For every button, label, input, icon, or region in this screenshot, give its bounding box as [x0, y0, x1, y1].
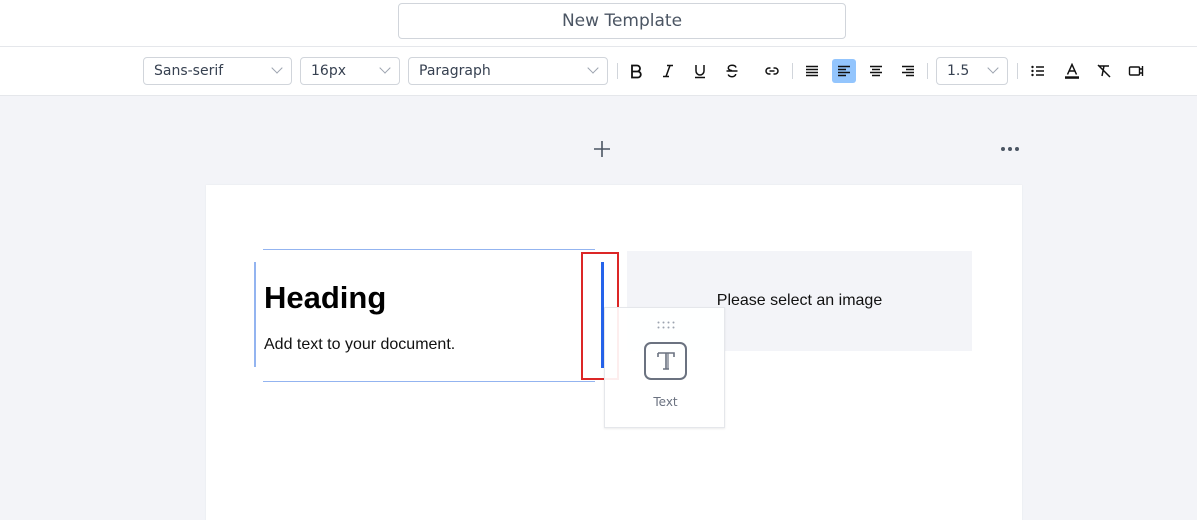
- heading-text[interactable]: Heading: [264, 280, 386, 316]
- strikethrough-icon: [726, 64, 738, 78]
- strikethrough-button[interactable]: [720, 59, 744, 83]
- align-left-icon: [838, 65, 850, 77]
- font-family-select[interactable]: Sans-serif: [143, 57, 292, 85]
- merge-field-icon: [1128, 66, 1144, 76]
- block-type-value: Paragraph: [419, 63, 491, 79]
- bullet-list-icon: [1031, 65, 1044, 77]
- body-text[interactable]: Add text to your document.: [264, 336, 455, 354]
- chevron-down-icon: [379, 62, 391, 74]
- link-icon: [765, 67, 779, 75]
- align-right-button[interactable]: [896, 59, 920, 83]
- toolbar-divider: [927, 63, 928, 79]
- align-justify-button[interactable]: [800, 59, 824, 83]
- italic-button[interactable]: [656, 59, 680, 83]
- underline-icon: [695, 65, 705, 79]
- align-center-button[interactable]: [864, 59, 888, 83]
- more-options-icon[interactable]: [998, 143, 1022, 155]
- text-block-tile: [644, 342, 687, 380]
- text-type-icon: [656, 352, 675, 370]
- text-block-selection-edge: [254, 262, 256, 367]
- text-color-button[interactable]: [1060, 59, 1084, 83]
- clear-format-button[interactable]: [1092, 59, 1116, 83]
- line-height-value: 1.5: [947, 63, 970, 79]
- drag-item-label: Text: [653, 395, 678, 409]
- chevron-down-icon: [587, 62, 599, 74]
- bold-button[interactable]: [624, 59, 648, 83]
- bold-icon: [631, 64, 642, 79]
- toolbar-divider: [792, 63, 793, 79]
- font-size-value: 16px: [311, 63, 346, 79]
- line-height-select[interactable]: 1.5: [936, 57, 1008, 85]
- clear-format-icon: [1097, 64, 1111, 78]
- drag-grip-icon[interactable]: [657, 321, 675, 329]
- align-right-icon: [902, 65, 914, 77]
- toolbar-divider: [1017, 63, 1018, 79]
- template-title-input[interactable]: [398, 3, 846, 39]
- font-family-value: Sans-serif: [154, 63, 224, 79]
- formatting-toolbar: Sans-serif 16px Paragraph 1.5: [0, 47, 1197, 96]
- bullet-list-button[interactable]: [1026, 59, 1050, 83]
- toolbar-divider: [617, 63, 618, 79]
- dragging-text-block-card[interactable]: Text: [604, 307, 725, 428]
- block-type-select[interactable]: Paragraph: [408, 57, 608, 85]
- align-center-icon: [870, 65, 882, 77]
- merge-field-button[interactable]: [1124, 59, 1148, 83]
- align-justify-icon: [806, 65, 818, 77]
- chevron-down-icon: [271, 62, 283, 74]
- align-left-button[interactable]: [832, 59, 856, 83]
- chevron-down-icon: [987, 62, 999, 74]
- italic-icon: [663, 64, 673, 78]
- text-color-icon: [1065, 63, 1079, 79]
- underline-button[interactable]: [688, 59, 712, 83]
- link-button[interactable]: [760, 59, 784, 83]
- top-bar: [0, 0, 1197, 47]
- font-size-select[interactable]: 16px: [300, 57, 400, 85]
- add-block-icon[interactable]: [591, 138, 613, 160]
